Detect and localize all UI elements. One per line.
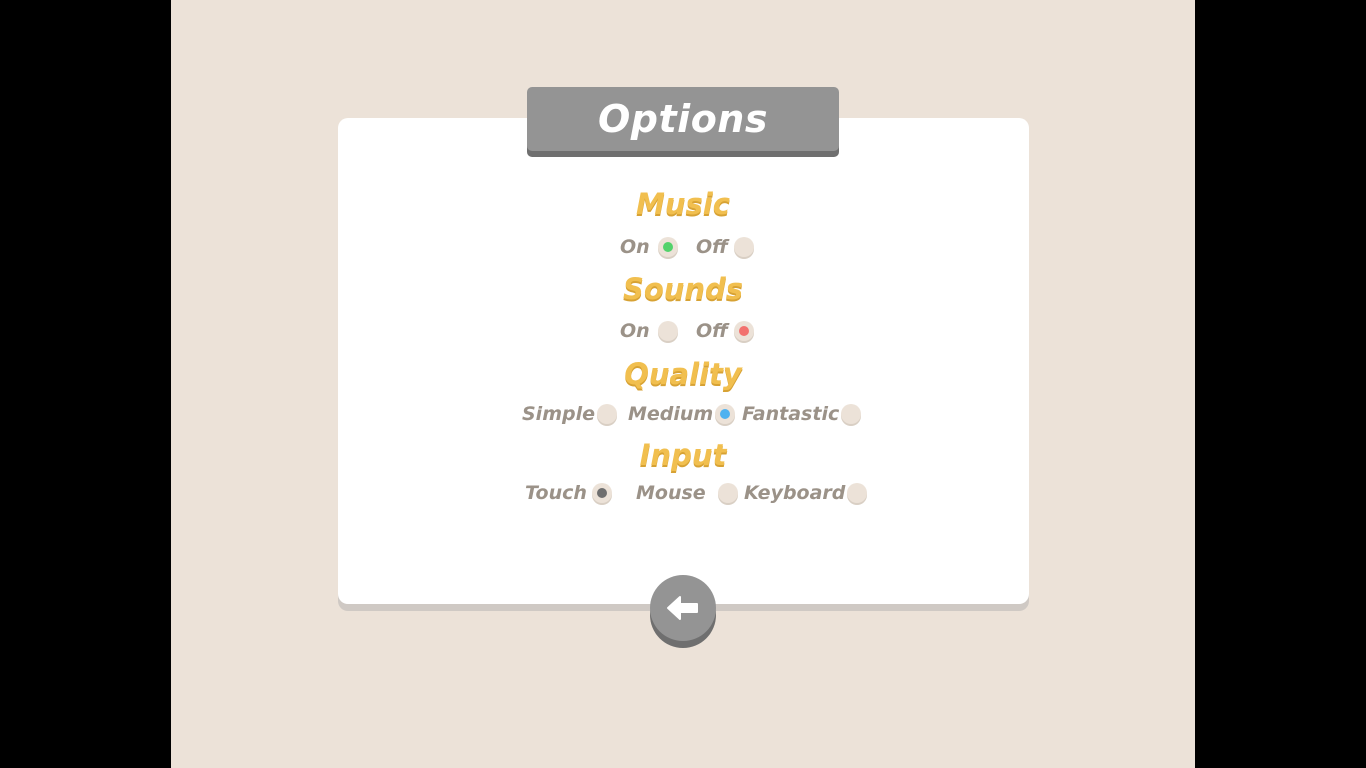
- sounds-on-radio[interactable]: [657, 321, 678, 341]
- back-button[interactable]: [650, 575, 716, 641]
- arrow-left-icon: [667, 596, 698, 620]
- input-touch-label: Touch: [525, 482, 587, 504]
- quality-medium-radio[interactable]: [715, 404, 736, 424]
- quality-simple-radio[interactable]: [597, 404, 617, 424]
- input-touch-option[interactable]: Touch: [525, 480, 612, 506]
- quality-medium-label: Medium: [628, 403, 714, 425]
- input-mouse-option[interactable]: Mouse: [636, 480, 738, 506]
- selected-dot: [720, 409, 731, 419]
- music-off-option[interactable]: Off: [696, 234, 754, 260]
- sounds-on-option[interactable]: On: [620, 318, 678, 344]
- input-mouse-label: Mouse: [636, 482, 706, 504]
- selected-dot: [596, 488, 607, 498]
- sounds-off-label: Off: [696, 320, 728, 342]
- input-mouse-radio[interactable]: [717, 483, 738, 503]
- quality-heading: Quality: [624, 357, 742, 391]
- input-heading: Input: [639, 438, 727, 472]
- selected-dot: [738, 326, 749, 336]
- sounds-options: On Off: [171, 318, 1195, 344]
- quality-fantastic-option[interactable]: Fantastic: [742, 401, 862, 427]
- sounds-off-option[interactable]: Off: [696, 318, 754, 344]
- music-on-option[interactable]: On: [620, 234, 678, 260]
- input-keyboard-radio[interactable]: [847, 483, 868, 503]
- music-options: On Off: [171, 234, 1195, 260]
- music-heading: Music: [636, 187, 730, 221]
- sounds-heading: Sounds: [622, 272, 744, 306]
- input-options: Touch Mouse Keyboard: [171, 480, 1195, 506]
- quality-medium-option[interactable]: Medium: [628, 401, 736, 427]
- input-touch-radio[interactable]: [591, 483, 612, 503]
- music-on-radio[interactable]: [657, 237, 678, 257]
- sounds-off-radio[interactable]: [733, 321, 754, 341]
- sounds-on-label: On: [620, 320, 650, 342]
- page-title: Options: [598, 97, 768, 141]
- input-keyboard-option[interactable]: Keyboard: [744, 480, 868, 506]
- quality-simple-option[interactable]: Simple: [522, 401, 617, 427]
- quality-options: Simple Medium Fantastic: [171, 401, 1195, 427]
- music-off-radio[interactable]: [733, 237, 754, 257]
- selected-dot: [662, 242, 673, 252]
- music-off-label: Off: [696, 236, 728, 258]
- game-screen: Options Music On Off Sounds On Off Quali…: [171, 0, 1195, 768]
- quality-fantastic-radio[interactable]: [841, 404, 862, 424]
- music-on-label: On: [620, 236, 650, 258]
- quality-fantastic-label: Fantastic: [742, 403, 840, 425]
- title-banner: Options: [527, 87, 839, 151]
- input-keyboard-label: Keyboard: [744, 482, 846, 504]
- quality-simple-label: Simple: [522, 403, 595, 425]
